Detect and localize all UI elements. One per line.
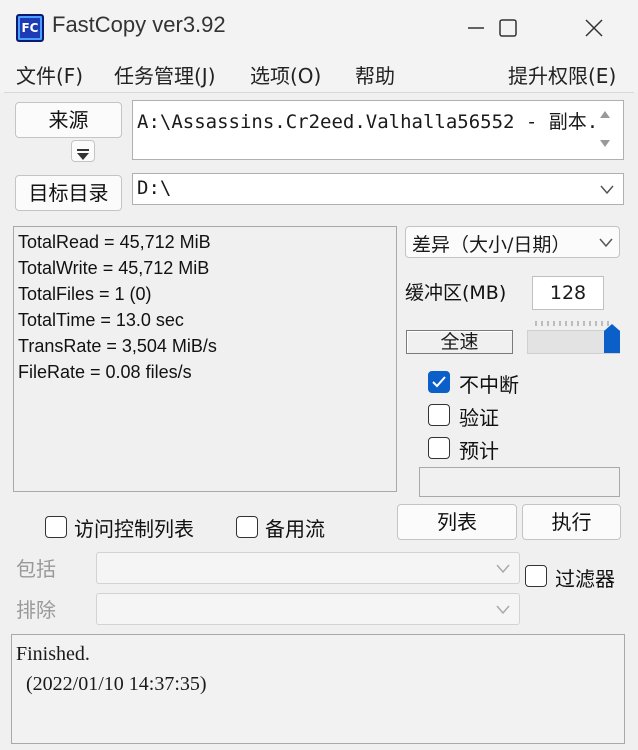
stat-file-rate: FileRate = 0.08 files/s — [18, 362, 192, 382]
chevron-down-icon — [496, 564, 510, 574]
maximize-button[interactable] — [478, 6, 538, 50]
close-icon — [585, 19, 603, 37]
source-history-button[interactable] — [71, 140, 95, 162]
execute-button[interactable]: 执行 — [522, 504, 621, 540]
buffer-input[interactable]: 128 — [532, 276, 604, 310]
list-button[interactable]: 列表 — [397, 504, 517, 540]
speed-slider[interactable] — [527, 321, 620, 354]
filter-checkbox[interactable] — [525, 565, 547, 587]
destination-button[interactable]: 目标目录 — [15, 175, 122, 211]
checkmark-icon — [432, 376, 446, 388]
filter-label: 过滤器 — [555, 567, 615, 591]
scroll-up-icon[interactable] — [599, 109, 611, 119]
chevron-down-icon — [599, 238, 613, 248]
exclude-filter-select[interactable] — [96, 593, 520, 625]
copy-mode-value: 差异（大小/日期） — [412, 234, 571, 256]
destination-path-field[interactable]: D:\ — [132, 173, 624, 205]
log-finished: Finished. — [16, 643, 90, 665]
scroll-down-icon[interactable] — [599, 139, 611, 149]
acl-label: 访问控制列表 — [74, 517, 194, 541]
estimate-checkbox[interactable] — [428, 437, 450, 459]
log-timestamp: (2022/01/10 14:37:35) — [16, 673, 207, 695]
close-button[interactable] — [564, 6, 624, 50]
destination-path-text: D:\ — [137, 177, 172, 199]
triangle-down-icon — [77, 149, 89, 160]
stat-total-time: TotalTime = 13.0 sec — [18, 310, 184, 330]
maximize-icon — [499, 19, 517, 37]
chevron-down-icon[interactable] — [599, 184, 615, 196]
copy-mode-select[interactable]: 差异（大小/日期） — [405, 226, 620, 258]
exclude-label: 排除 — [16, 598, 56, 622]
menu-help[interactable]: 帮助 — [355, 60, 395, 89]
altstream-label: 备用流 — [265, 517, 325, 541]
verify-checkbox[interactable] — [428, 404, 450, 426]
window-title: FastCopy ver3.92 — [52, 12, 226, 37]
include-label: 包括 — [16, 557, 56, 581]
altstream-checkbox[interactable] — [236, 516, 258, 538]
menu-task[interactable]: 任务管理(J) — [114, 60, 216, 89]
menu-file[interactable]: 文件(F) — [16, 60, 83, 89]
progress-box — [419, 467, 620, 497]
source-path-text: A:\Assassins.Cr2eed.Valhalla56552 - 副本.r — [137, 111, 595, 133]
fastcopy-app-icon: FC — [16, 14, 44, 42]
menu-elevate[interactable]: 提升权限(E) — [508, 60, 616, 89]
estimate-label: 预计 — [459, 439, 499, 463]
chevron-down-icon — [496, 605, 510, 615]
stat-total-write: TotalWrite = 45,712 MiB — [18, 258, 210, 278]
buffer-value: 128 — [549, 282, 587, 304]
stat-total-read: TotalRead = 45,712 MiB — [18, 232, 211, 252]
slider-thumb[interactable] — [602, 323, 622, 355]
buffer-label: 缓冲区(MB) — [405, 282, 507, 304]
nonstop-checkbox[interactable] — [428, 371, 450, 393]
nonstop-label: 不中断 — [459, 373, 519, 397]
stat-total-files: TotalFiles = 1 (0) — [18, 284, 152, 304]
log-area[interactable]: Finished. (2022/01/10 14:37:35) — [11, 634, 625, 744]
acl-checkbox[interactable] — [45, 516, 67, 538]
menu-options[interactable]: 选项(O) — [250, 60, 321, 89]
verify-label: 验证 — [459, 406, 499, 430]
source-button[interactable]: 来源 — [15, 102, 122, 138]
include-filter-select[interactable] — [96, 552, 520, 584]
speed-label: 全速 — [406, 330, 513, 354]
stat-trans-rate: TransRate = 3,504 MiB/s — [18, 336, 217, 356]
source-path-field[interactable]: A:\Assassins.Cr2eed.Valhalla56552 - 副本.r — [132, 100, 624, 160]
